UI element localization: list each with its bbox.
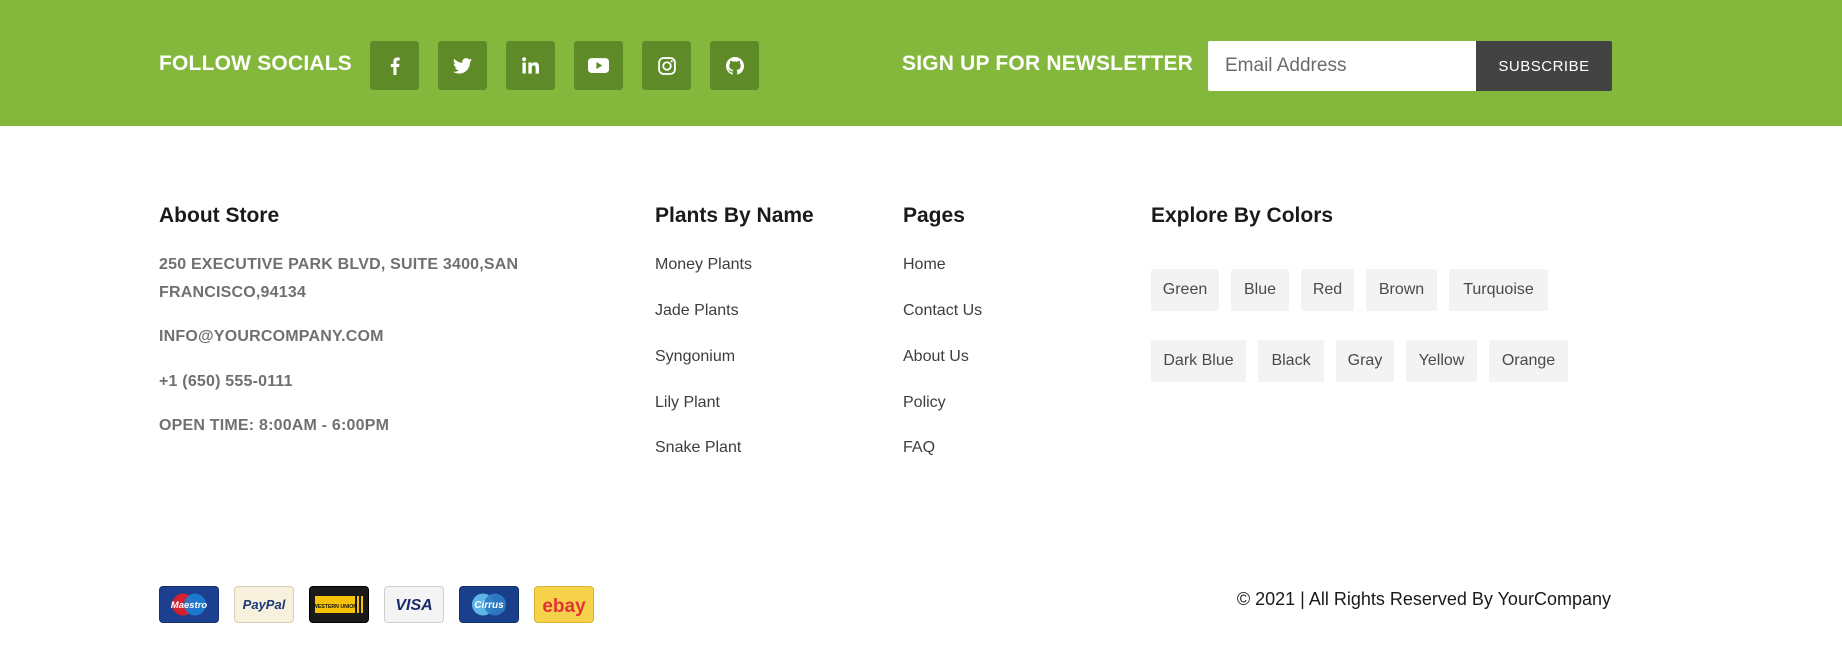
paypal-card-icon: PayPal bbox=[234, 586, 294, 623]
newsletter-bar: FOLLOW SOCIALS SIGN UP FOR NEWSLETTER SU… bbox=[0, 0, 1842, 126]
color-tag-brown[interactable]: Brown bbox=[1366, 269, 1437, 311]
store-email: INFO@YOURCOMPANY.COM bbox=[159, 328, 384, 345]
ebay-card-icon: ebay bbox=[534, 586, 594, 623]
western-union-card-icon: WESTERN UNION bbox=[309, 586, 369, 623]
twitter-icon bbox=[453, 57, 472, 74]
svg-text:Maestro: Maestro bbox=[171, 600, 208, 611]
linkedin-button[interactable] bbox=[506, 41, 555, 90]
color-tag-blue[interactable]: Blue bbox=[1231, 269, 1289, 311]
plants-by-name-title: Plants By Name bbox=[655, 204, 814, 227]
svg-text:Cirrus: Cirrus bbox=[474, 600, 504, 611]
plant-link-lily-plant[interactable]: Lily Plant bbox=[655, 394, 720, 412]
color-tag-dark-blue[interactable]: Dark Blue bbox=[1151, 340, 1246, 382]
visa-card-icon: VISA bbox=[384, 586, 444, 623]
follow-socials-label: FOLLOW SOCIALS bbox=[159, 52, 352, 75]
explore-by-colors-title: Explore By Colors bbox=[1151, 204, 1334, 227]
plant-link-jade-plants[interactable]: Jade Plants bbox=[655, 302, 739, 320]
svg-text:WESTERN UNION: WESTERN UNION bbox=[313, 604, 357, 610]
color-tag-black[interactable]: Black bbox=[1258, 340, 1324, 382]
color-tag-green[interactable]: Green bbox=[1151, 269, 1219, 311]
instagram-icon bbox=[657, 56, 676, 75]
pages-title: Pages bbox=[903, 204, 965, 227]
instagram-button[interactable] bbox=[642, 41, 691, 90]
store-hours: OPEN TIME: 8:00AM - 6:00PM bbox=[159, 417, 390, 434]
page-link-policy[interactable]: Policy bbox=[903, 394, 946, 412]
email-input[interactable] bbox=[1208, 41, 1478, 91]
youtube-button[interactable] bbox=[574, 41, 623, 90]
plant-link-snake-plant[interactable]: Snake Plant bbox=[655, 439, 741, 457]
github-button[interactable] bbox=[710, 41, 759, 90]
newsletter-label: SIGN UP FOR NEWSLETTER bbox=[902, 52, 1194, 75]
page-link-home[interactable]: Home bbox=[903, 256, 946, 274]
twitter-button[interactable] bbox=[438, 41, 487, 90]
color-tag-yellow[interactable]: Yellow bbox=[1406, 340, 1477, 382]
facebook-icon bbox=[390, 57, 400, 75]
page-link-contact-us[interactable]: Contact Us bbox=[903, 302, 982, 320]
maestro-card-icon: Maestro bbox=[159, 586, 219, 623]
store-phone: +1 (650) 555-0111 bbox=[159, 373, 293, 390]
linkedin-icon bbox=[522, 57, 539, 74]
github-icon bbox=[725, 56, 744, 75]
copyright-text: © 2021 | All Rights Reserved By YourComp… bbox=[1236, 589, 1611, 609]
color-tag-orange[interactable]: Orange bbox=[1489, 340, 1568, 382]
page-link-about-us[interactable]: About Us bbox=[903, 348, 969, 366]
address-line-1: 250 EXECUTIVE PARK BLVD, SUITE 3400,SAN bbox=[159, 256, 519, 273]
youtube-icon bbox=[588, 58, 609, 73]
svg-text:VISA: VISA bbox=[395, 597, 432, 614]
color-tag-gray[interactable]: Gray bbox=[1336, 340, 1394, 382]
facebook-button[interactable] bbox=[370, 41, 419, 90]
address-line-2: FRANCISCO,94134 bbox=[159, 284, 307, 301]
svg-text:ebay: ebay bbox=[542, 596, 586, 617]
color-tag-red[interactable]: Red bbox=[1301, 269, 1354, 311]
svg-text:PayPal: PayPal bbox=[243, 597, 286, 612]
plant-link-syngonium[interactable]: Syngonium bbox=[655, 348, 735, 366]
about-store-title: About Store bbox=[159, 204, 280, 227]
subscribe-button[interactable]: SUBSCRIBE bbox=[1476, 41, 1612, 91]
plant-link-money-plants[interactable]: Money Plants bbox=[655, 256, 752, 274]
page-link-faq[interactable]: FAQ bbox=[903, 439, 935, 457]
color-tag-turquoise[interactable]: Turquoise bbox=[1449, 269, 1548, 311]
cirrus-card-icon: Cirrus bbox=[459, 586, 519, 623]
